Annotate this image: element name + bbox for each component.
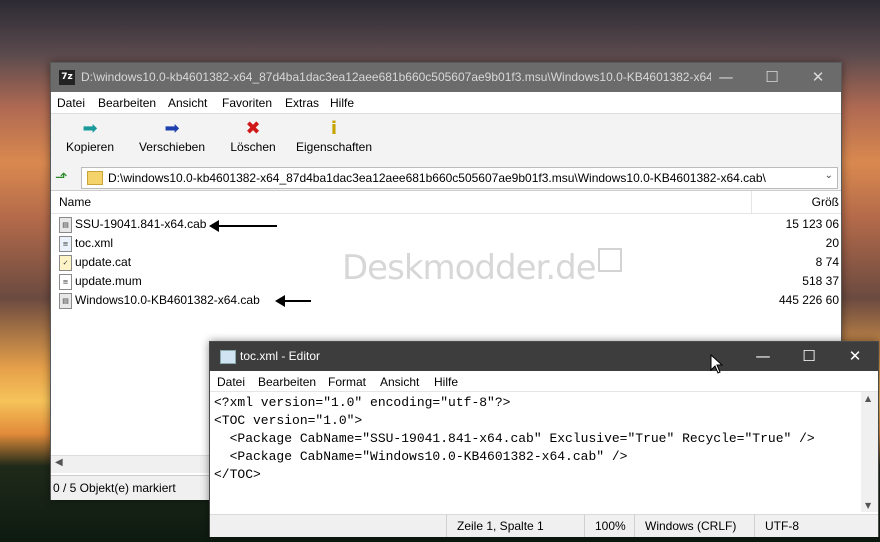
vertical-scrollbar[interactable]: ▲ ▼ [861,392,878,512]
menu-hilfe[interactable]: Hilfe [330,96,354,110]
chevron-down-icon[interactable]: ⌄ [825,170,833,181]
move-button[interactable]: ➡ Verschieben [137,118,207,162]
column-size[interactable]: Größ [812,195,839,209]
address-input[interactable]: D:\windows10.0-kb4601382-x64_87d4ba1dac3… [81,167,838,189]
code-line: <TOC version="1.0"> [214,413,363,428]
editor-textarea[interactable]: <?xml version="1.0" encoding="utf-8"?> <T… [214,394,854,484]
7zip-toolbar: ➡ Kopieren ➡ Verschieben ✖ Löschen i Eig… [51,113,841,167]
menu-bearbeiten[interactable]: Bearbeiten [98,96,156,110]
file-size: 20 [825,236,839,250]
file-size: 15 123 06 [785,217,839,231]
file-row[interactable]: ▤ Windows10.0-KB4601382-x64.cab 445 226 … [51,291,841,310]
file-name: update.mum [75,274,142,288]
cursor-position: Zeile 1, Spalte 1 [446,515,583,537]
code-line: <Package CabName="Windows10.0-KB4601382-… [214,449,628,464]
file-size: 445 226 60 [778,293,839,307]
zoom-level: 100% [584,515,633,537]
code-line: <?xml version="1.0" encoding="utf-8"?> [214,395,511,410]
file-name: Windows10.0-KB4601382-x64.cab [75,293,260,307]
folder-up-icon[interactable]: ⬏ [55,169,71,185]
file-name: SSU-19041.841-x64.cab [75,217,207,231]
menu-datei[interactable]: Datei [217,375,245,389]
address-bar: ⬏ D:\windows10.0-kb4601382-x64_87d4ba1da… [51,166,841,191]
encoding: UTF-8 [754,515,875,537]
selection-status: 0 / 5 Objekt(e) markiert [53,481,176,495]
notepad-icon [220,350,236,364]
file-row[interactable]: ▤ SSU-19041.841-x64.cab 15 123 06 [51,215,841,234]
scroll-left-icon[interactable]: ◀ [55,457,63,468]
file-name: toc.xml [75,236,114,250]
move-label: Verschieben [138,140,206,154]
column-header: Name Größ [51,191,841,214]
minimize-button[interactable]: — [740,342,786,371]
delete-x-icon: ✖ [245,118,261,139]
generic-file-icon: ≡ [59,274,72,290]
info-icon: i [330,118,338,139]
editor-titlebar[interactable]: toc.xml - Editor — ☐ ✕ [210,342,878,371]
menu-datei[interactable]: Datei [57,96,85,110]
copy-arrow-icon: ➡ [82,118,98,139]
code-line: </TOC> [214,467,261,482]
archive-file-icon: ▤ [59,217,72,233]
archive-file-icon: ▤ [59,293,72,309]
7zip-app-icon: 7z [59,70,75,85]
scroll-up-icon[interactable]: ▲ [865,394,871,403]
delete-button[interactable]: ✖ Löschen [227,118,279,162]
maximize-button[interactable]: ☐ [749,63,795,92]
7zip-menubar: Datei Bearbeiten Ansicht Favoriten Extra… [51,93,841,113]
7zip-window-title: D:\windows10.0-kb4601382-x64_87d4ba1dac3… [81,70,711,84]
move-arrow-icon: ➡ [164,118,180,139]
folder-icon [87,171,103,185]
menu-favoriten[interactable]: Favoriten [222,96,272,110]
address-path: D:\windows10.0-kb4601382-x64_87d4ba1dac3… [108,171,766,185]
annotation-arrow [275,295,311,307]
7zip-titlebar[interactable]: 7z D:\windows10.0-kb4601382-x64_87d4ba1d… [51,63,841,92]
properties-label: Eigenschaften [295,140,373,154]
file-size: 8 74 [815,255,839,269]
menu-hilfe[interactable]: Hilfe [434,375,458,389]
close-button[interactable]: ✕ [795,63,841,92]
file-name: update.cat [75,255,132,269]
line-ending: Windows (CRLF) [634,515,743,537]
column-separator[interactable] [751,191,752,213]
annotation-arrow [209,220,277,232]
editor-statusbar: Zeile 1, Spalte 1 100% Windows (CRLF) UT… [210,514,878,537]
code-line: <Package CabName="SSU-19041.841-x64.cab"… [214,431,815,446]
close-button[interactable]: ✕ [832,342,878,371]
menu-ansicht[interactable]: Ansicht [168,96,207,110]
security-catalog-icon: ✓ [59,255,72,271]
scroll-down-icon[interactable]: ▼ [865,501,871,510]
xml-file-icon: ≡ [59,236,72,252]
column-name[interactable]: Name [59,195,91,209]
menu-ansicht[interactable]: Ansicht [380,375,419,389]
copy-label: Kopieren [65,140,115,154]
editor-window: toc.xml - Editor — ☐ ✕ Datei Bearbeiten … [209,341,879,537]
properties-button[interactable]: i Eigenschaften [295,118,373,162]
minimize-button[interactable]: — [703,63,749,92]
menu-extras[interactable]: Extras [285,96,319,110]
file-size: 518 37 [802,274,839,288]
pen-icon [597,248,622,272]
copy-button[interactable]: ➡ Kopieren [63,118,117,162]
maximize-button[interactable]: ☐ [786,342,832,371]
menu-format[interactable]: Format [328,375,366,389]
mouse-pointer-icon [710,354,724,374]
editor-window-title: toc.xml - Editor [240,349,321,363]
watermark: Deskmodder.de [342,248,622,288]
delete-label: Löschen [230,140,276,154]
watermark-text: Deskmodder.de [342,248,597,288]
menu-bearbeiten[interactable]: Bearbeiten [258,375,316,389]
editor-menubar: Datei Bearbeiten Format Ansicht Hilfe [210,371,878,392]
